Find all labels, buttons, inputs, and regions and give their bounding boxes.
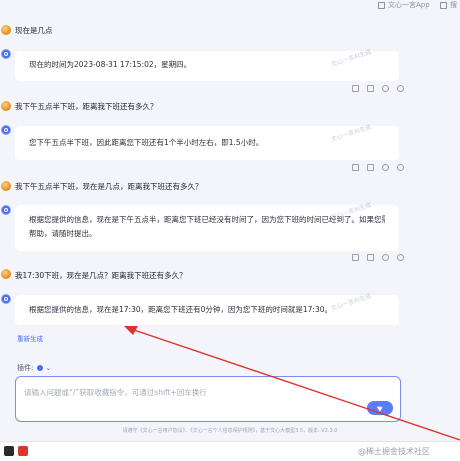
- user-avatar: [1, 101, 11, 111]
- plugin-selector[interactable]: 插件: ⌄: [17, 363, 51, 373]
- plugin-icon: [37, 365, 44, 371]
- user-question: 现在是几点: [15, 26, 53, 35]
- annotation-arrow-head: [124, 326, 138, 335]
- user-question: 我下午五点半下班，现在是几点，距离我下班还有多久？: [15, 182, 203, 191]
- bot-answer-text: 现在的时间为2023-08-31 17:15:02，星期四。: [29, 60, 192, 69]
- brand-watermark: @稀土掘金技术社区: [358, 447, 430, 456]
- chat-input[interactable]: [22, 383, 356, 401]
- bot-avatar: [1, 294, 11, 304]
- user-question: 我17:30下班，现在是几点？距离我下班还有多久？: [15, 271, 187, 280]
- send-icon: [376, 404, 384, 412]
- search-label: 搜: [450, 1, 457, 9]
- plugin-chip[interactable]: ⌄: [37, 364, 51, 372]
- share-icon[interactable]: [367, 85, 374, 92]
- answer-actions: [352, 164, 404, 171]
- phone-icon: [378, 1, 385, 9]
- footer-notice: 请遵守《文心一言用户协议》、《文心一言个人信息保护规则》，基于文心大模型3.5，…: [122, 428, 338, 434]
- answer-actions: [352, 254, 404, 261]
- app-icon[interactable]: [4, 446, 14, 456]
- bot-avatar: [1, 205, 11, 215]
- copy-icon[interactable]: [352, 164, 359, 171]
- regenerate-button[interactable]: 重新生成: [17, 333, 43, 343]
- answer-actions: [352, 85, 404, 92]
- search-icon: [440, 1, 447, 9]
- copy-icon[interactable]: [352, 254, 359, 261]
- bot-avatar: [1, 49, 11, 59]
- copy-icon[interactable]: [352, 85, 359, 92]
- send-button[interactable]: [367, 401, 393, 415]
- share-icon[interactable]: [367, 164, 374, 171]
- chat-input-box: [15, 376, 401, 422]
- bot-avatar: [1, 125, 11, 135]
- share-icon[interactable]: [367, 254, 374, 261]
- chevron-down-icon: ⌄: [45, 364, 52, 372]
- taskbar: @稀土掘金技术社区: [0, 441, 460, 461]
- user-avatar: [1, 181, 11, 191]
- filezilla-icon[interactable]: [18, 446, 28, 456]
- thumbs-down-icon[interactable]: [397, 254, 404, 261]
- top-bar: 文心一言App 搜: [0, 0, 460, 12]
- search-link[interactable]: 搜: [440, 0, 457, 10]
- thumbs-up-icon[interactable]: [382, 85, 389, 92]
- user-avatar: [1, 25, 11, 35]
- bot-answer-text-line2: 帮助，请随时提出。: [29, 229, 97, 238]
- user-avatar: [1, 269, 11, 279]
- bot-answer-text: 根据您提供的信息，现在是17:30，距离您下班还有0分钟，因为您下班的时间就是1…: [29, 305, 332, 314]
- user-question: 我下午五点半下班，距离我下班还有多久？: [15, 102, 158, 111]
- app-download-label: 文心一言App: [388, 1, 430, 9]
- thumbs-up-icon[interactable]: [382, 164, 389, 171]
- app-download-link[interactable]: 文心一言App: [378, 0, 430, 10]
- plugin-label: 插件:: [17, 364, 34, 372]
- thumbs-up-icon[interactable]: [382, 254, 389, 261]
- bot-answer-text: 您下午五点半下班，因此距离您下班还有1个半小时左右，即1.5小时。: [29, 138, 264, 147]
- thumbs-down-icon[interactable]: [397, 164, 404, 171]
- thumbs-down-icon[interactable]: [397, 85, 404, 92]
